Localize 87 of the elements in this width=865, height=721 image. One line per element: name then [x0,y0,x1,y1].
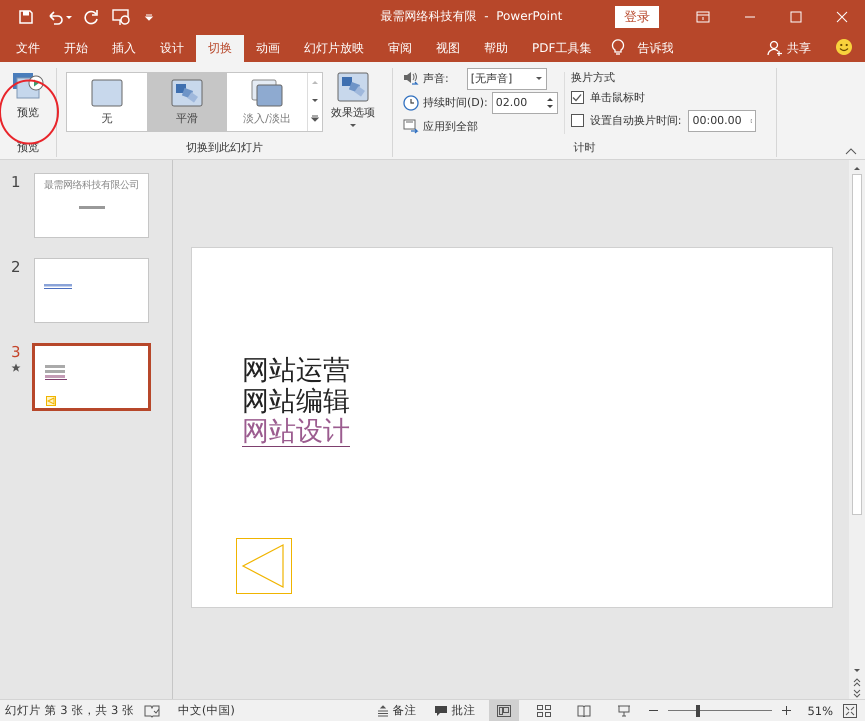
comments-button[interactable]: 批注 [430,703,480,718]
ribbon-tab[interactable]: 文件 [4,35,52,62]
slide-thumbnail[interactable] [32,343,151,411]
thumbnail-list-drawing [45,365,67,383]
scroll-up-icon[interactable] [852,164,862,172]
dropdown-caret-icon [349,123,357,128]
ribbon-tab[interactable]: 插入 [100,35,148,62]
duration-label: 持续时间(D): [423,95,488,110]
checkmark-icon [572,93,582,102]
slide-thumbnail[interactable] [34,258,149,323]
apply-to-all-button[interactable]: 应用到全部 [403,116,558,137]
slide-number: 2 [11,258,21,276]
language-indicator[interactable]: 中文(中国) [178,703,235,718]
slide-number: 3 [11,343,21,361]
maximize-icon[interactable] [790,10,802,22]
ribbon-tab[interactable]: 帮助 [472,35,520,62]
advance-checkbox[interactable]: 设置自动换片时间: [570,113,682,128]
ribbon-tab[interactable]: PDF工具集 [520,35,604,62]
person-add-icon [767,40,783,56]
apply-all-icon [403,119,419,134]
lightbulb-icon [611,38,626,56]
clock-icon [403,94,419,110]
redo-icon[interactable] [84,8,100,24]
ribbon-tab[interactable]: 动画 [244,35,292,62]
ribbon-tab[interactable]: 视图 [424,35,472,62]
ribbon-tab[interactable]: 幻灯片放映 [292,35,376,62]
normal-view-icon [497,704,512,716]
spinner-arrows-icon [546,96,554,110]
book-icon [577,704,592,716]
ribbon-tab[interactable]: 审阅 [376,35,424,62]
thumbnail-subtitle-drawing [78,206,104,210]
scrollbar-thumb[interactable] [852,174,862,515]
zoom-in-icon[interactable] [782,706,792,715]
speaker-icon [403,71,419,86]
transition-option[interactable]: 平滑 [147,73,227,131]
notes-icon [377,704,390,716]
dropdown-caret-icon [534,76,543,81]
slide-number: 1 [11,173,21,191]
group-label: 切换到此幻灯片 [185,140,264,156]
slideshow-icon [617,704,632,716]
spell-check-icon[interactable] [144,704,160,718]
close-icon[interactable] [836,10,848,22]
auto-advance-time-spinner[interactable]: 00:00.00 [688,110,756,132]
slide-count: 幻灯片 第 3 张，共 3 张 [5,703,134,718]
advance-slide-heading: 换片方式 [570,70,616,85]
zoom-slider[interactable] [668,704,772,718]
window-title: 最需网络科技有限 - PowerPoint [380,8,564,25]
star-icon [11,363,21,373]
scroll-down-icon[interactable] [852,667,862,675]
advance-checkbox[interactable]: 单击鼠标时 [570,90,645,105]
ribbon-tab[interactable]: 切换 [196,35,244,62]
previous-slide-icon[interactable] [852,677,862,687]
zoom-level[interactable]: 51% [807,704,833,718]
customize-icon[interactable] [144,12,154,22]
fade-transition-icon [251,78,283,106]
preview-button[interactable]: 预览 [6,68,50,124]
tell-me-button[interactable]: 告诉我 [625,35,686,62]
sign-in-button[interactable]: 登录 [615,6,659,28]
ribbon-tab[interactable]: 设计 [148,35,196,62]
grid-view-icon [537,704,552,716]
slide-text: 网站编辑 [242,386,350,417]
collapse-ribbon-icon[interactable] [845,147,857,155]
effect-options-button[interactable]: 效果选项 [325,72,381,132]
thumbnail-title: 最需网络科技有限公司 [44,178,139,192]
slide-thumbnail[interactable]: 最需网络科技有限公司 [34,173,149,238]
presentation-icon[interactable] [112,8,132,26]
share-button[interactable]: 共享 [783,35,823,62]
group-label: 计时 [572,140,596,156]
morph-transition-icon [171,78,203,106]
fit-to-window-icon[interactable] [843,704,857,718]
ribbon-tab[interactable]: 开始 [52,35,100,62]
hyperlink[interactable]: 网站设计 [242,417,350,447]
notes-button[interactable]: 备注 [373,703,420,718]
slide-text: 网站运营 [242,355,350,386]
comment-icon [434,704,448,716]
effect-options-icon [337,72,369,102]
smiley-icon[interactable] [835,38,853,56]
blank-slide-icon [91,78,123,106]
sound-dropdown[interactable]: [无声音] [466,68,547,90]
thumbnail-back-icon [46,396,56,406]
ribbon-display-icon[interactable] [696,10,710,22]
thumbnail-link-drawing [44,284,72,289]
duration-spinner[interactable]: 02.00 [492,92,558,114]
next-slide-icon[interactable] [852,689,862,699]
save-icon[interactable] [18,8,34,24]
view-button[interactable] [489,700,520,721]
sound-label: 声音: [423,71,449,86]
